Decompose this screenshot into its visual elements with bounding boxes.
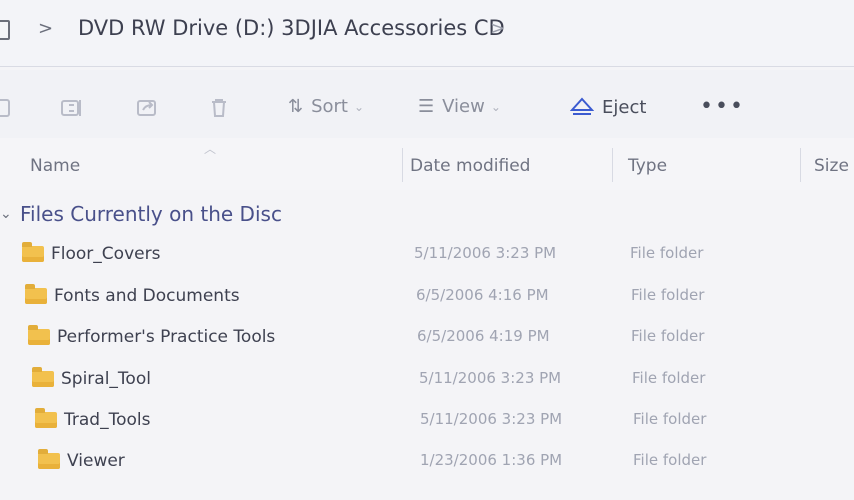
eject-button[interactable]: Eject <box>570 96 646 118</box>
list-item[interactable]: Viewer 1/23/2006 1:36 PM File folder <box>0 443 854 483</box>
delete-icon[interactable] <box>207 96 231 120</box>
column-divider[interactable] <box>402 148 403 182</box>
file-date-modified: 1/23/2006 1:36 PM <box>420 451 563 469</box>
list-item[interactable]: Trad_Tools 5/11/2006 3:23 PM File folder <box>0 402 854 442</box>
drive-icon <box>0 20 10 40</box>
group-header[interactable]: ⌄ Files Currently on the Disc <box>0 200 854 228</box>
eject-label: Eject <box>602 96 647 118</box>
column-header-row: ︿ Name Date modified Type Size <box>0 138 854 190</box>
file-name: Trad_Tools <box>64 410 151 430</box>
more-options-button[interactable]: ••• <box>700 94 745 119</box>
column-header-type[interactable]: Type <box>628 156 667 176</box>
column-header-date-modified[interactable]: Date modified <box>410 156 530 176</box>
sort-label: Sort <box>311 96 348 117</box>
folder-icon <box>28 325 50 345</box>
list-item[interactable]: Spiral_Tool 5/11/2006 3:23 PM File folde… <box>0 361 854 401</box>
view-label: View <box>442 96 485 117</box>
file-date-modified: 5/11/2006 3:23 PM <box>420 410 563 428</box>
file-type: File folder <box>631 286 705 304</box>
new-item-icon[interactable] <box>0 96 14 120</box>
sort-button[interactable]: ⇅ Sort ⌄ <box>288 96 364 117</box>
file-date-modified: 6/5/2006 4:19 PM <box>417 327 550 345</box>
sort-caret-icon: ︿ <box>204 142 217 156</box>
group-label: Files Currently on the Disc <box>20 202 282 226</box>
column-divider[interactable] <box>800 148 801 182</box>
chevron-down-icon[interactable]: ⌄ <box>0 206 14 222</box>
folder-icon <box>25 284 47 304</box>
file-type: File folder <box>632 369 706 387</box>
view-button[interactable]: ☰ View ⌄ <box>418 96 501 117</box>
file-name: Spiral_Tool <box>61 369 151 389</box>
column-header-size[interactable]: Size <box>814 156 849 176</box>
column-divider[interactable] <box>612 148 613 182</box>
list-item[interactable]: Fonts and Documents 6/5/2006 4:16 PM Fil… <box>0 278 854 318</box>
folder-icon <box>32 367 54 387</box>
breadcrumb-separator-icon[interactable]: > <box>38 18 53 39</box>
command-bar: ⇅ Sort ⌄ ☰ View ⌄ Eject ••• <box>0 70 854 139</box>
folder-icon <box>22 242 44 262</box>
share-icon[interactable] <box>135 96 159 120</box>
file-type: File folder <box>631 327 705 345</box>
folder-icon <box>38 449 60 469</box>
file-type: File folder <box>633 451 707 469</box>
chevron-down-icon: ⌄ <box>490 99 501 114</box>
file-type: File folder <box>630 244 704 262</box>
list-item[interactable]: Floor_Covers 5/11/2006 3:23 PM File fold… <box>0 236 854 276</box>
file-date-modified: 6/5/2006 4:16 PM <box>416 286 549 304</box>
file-name: Fonts and Documents <box>54 286 240 306</box>
file-date-modified: 5/11/2006 3:23 PM <box>419 369 562 387</box>
file-name: Performer's Practice Tools <box>57 327 276 347</box>
view-icon: ☰ <box>418 96 435 117</box>
chevron-down-icon: ⌄ <box>354 99 365 114</box>
file-name: Viewer <box>67 451 125 471</box>
sort-icon: ⇅ <box>288 96 304 117</box>
list-item[interactable]: Performer's Practice Tools 6/5/2006 4:19… <box>0 319 854 359</box>
breadcrumb-expand-icon[interactable]: > <box>490 18 505 39</box>
file-type: File folder <box>633 410 707 428</box>
file-name: Floor_Covers <box>51 244 161 264</box>
file-date-modified: 5/11/2006 3:23 PM <box>414 244 557 262</box>
folder-icon <box>35 408 57 428</box>
eject-icon <box>570 97 594 115</box>
column-header-name[interactable]: Name <box>30 156 80 176</box>
rename-icon[interactable] <box>60 96 84 120</box>
address-bar[interactable]: > DVD RW Drive (D:) 3DJIA Accessories CD… <box>0 0 854 67</box>
breadcrumb-current-location[interactable]: DVD RW Drive (D:) 3DJIA Accessories CD <box>78 16 505 40</box>
